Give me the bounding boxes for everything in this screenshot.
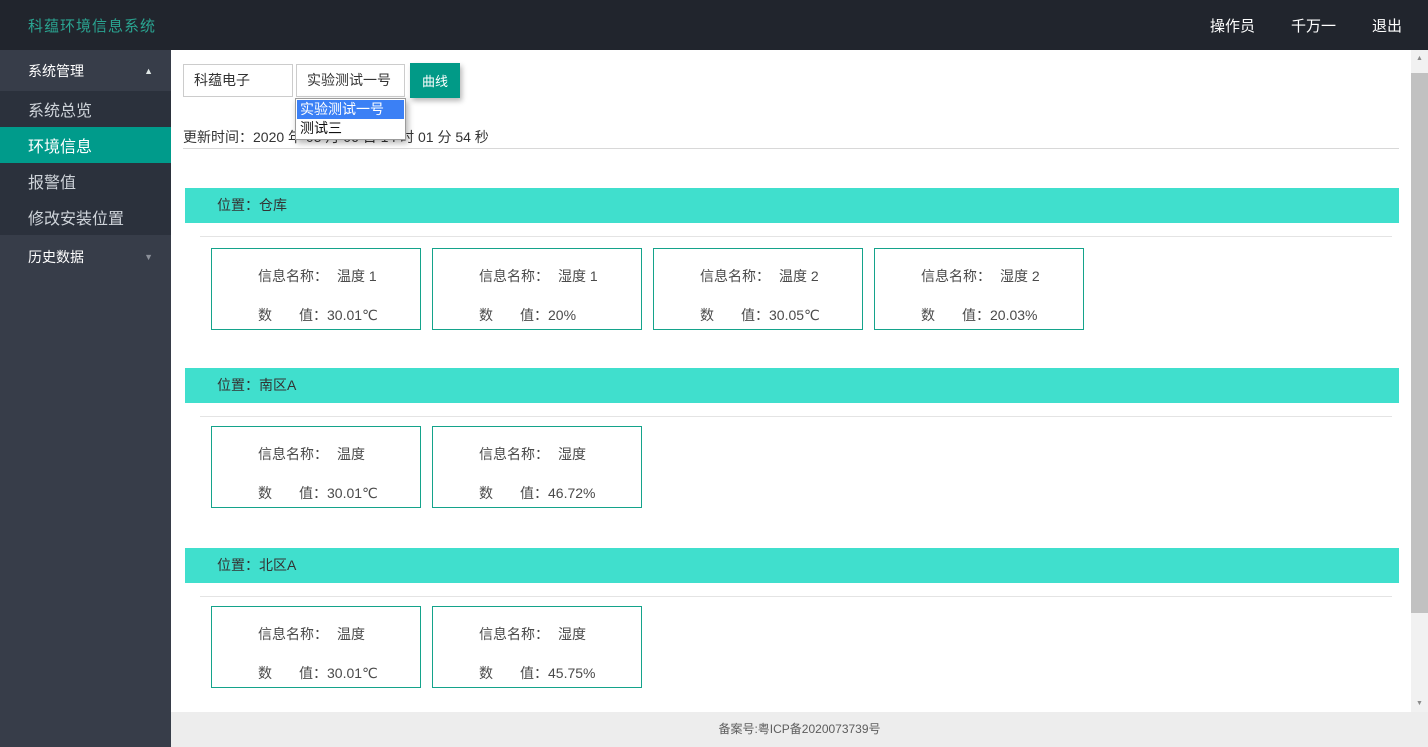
company-select[interactable]: 科蕴电子 [183,64,293,97]
info-name-label: 信息名称： [258,268,328,284]
sensor-card: 信息名称： 温度 1 数 值：30.01℃ [211,248,421,330]
dropdown-option[interactable]: 实验测试一号 [297,100,404,119]
cards-row: 信息名称：温度 1 数值：30.01℃ 信息名称：湿度 1 数值：20% 信息名… [211,248,1084,330]
divider [200,416,1392,417]
value-label: 数 [479,485,493,501]
info-name-label: 信息名称： [921,268,991,284]
location-header-warehouse: 位置：仓库 [185,188,1399,223]
value-label: 数 [258,307,272,323]
cards-row: 信息名称：温度 数值：30.01℃ 信息名称：湿度 数值：46.72% [211,426,642,508]
value-label: 数 [921,307,935,323]
value-label: 值： [520,485,548,501]
scrollbar-thumb[interactable] [1411,73,1428,613]
sidebar-item-label: 环境信息 [28,133,92,157]
sensor-card: 信息名称： 湿度 2 数 值：20.03% [874,248,1084,330]
value-label: 数 [258,665,272,681]
sidebar-item-label: 系统管理 [28,61,84,81]
value-label: 数 [479,307,493,323]
sensor-value: 20% [548,307,576,323]
navbar-right: 操作员 千万一 退出 [1210,0,1402,50]
value-label: 值： [299,665,327,681]
sensor-name: 湿度 1 [558,268,598,284]
footer-icp-record: 备案号:粤ICP备2020073739号 [171,712,1428,747]
sidebar-item-label: 修改安装位置 [28,205,124,229]
device-select[interactable]: 实验测试一号 [296,64,405,97]
value-label: 值： [962,307,990,323]
sensor-card: 信息名称： 温度 2 数 值：30.05℃ [653,248,863,330]
location-header-south-a: 位置：南区A [185,368,1399,403]
sensor-value: 20.03% [990,307,1037,323]
value-label: 数 [700,307,714,323]
value-label: 值： [741,307,769,323]
scroll-up-icon[interactable]: ▲ [1411,50,1428,67]
sensor-name: 温度 [337,626,365,642]
sensor-name: 温度 1 [337,268,377,284]
sidebar-item-label: 历史数据 [28,247,84,267]
sidebar-item-label: 系统总览 [28,97,92,121]
info-name-label: 信息名称： [479,626,549,642]
sensor-card: 信息名称： 温度 数 值：30.01℃ [211,426,421,508]
sidebar-item-alarm-value[interactable]: 报警值 [0,163,171,199]
sidebar-item-system-overview[interactable]: 系统总览 [0,91,171,127]
info-name-label: 信息名称： [479,446,549,462]
sensor-name: 温度 [337,446,365,462]
sidebar-item-history-data[interactable]: 历史数据 ▼ [0,237,171,277]
sensor-card: 信息名称： 温度 数 值：30.01℃ [211,606,421,688]
cards-row: 信息名称：温度 数值：30.01℃ 信息名称：湿度 数值：45.75% [211,606,642,688]
sensor-value: 30.01℃ [327,665,378,681]
main-content: 科蕴电子 实验测试一号 曲线 实验测试一号 测试三 更新时间：2020 年 05… [171,50,1411,712]
divider [183,148,1399,149]
value-label: 值： [299,485,327,501]
device-select-dropdown: 实验测试一号 测试三 [295,98,406,140]
operator-role-label: 操作员 [1210,15,1255,36]
sensor-card: 信息名称： 湿度 1 数 值：20% [432,248,642,330]
value-label: 数 [258,485,272,501]
sensor-value: 30.05℃ [769,307,820,323]
sensor-name: 湿度 2 [1000,268,1040,284]
scroll-down-icon[interactable]: ▼ [1411,695,1428,712]
sensor-card: 信息名称： 湿度 数 值：45.75% [432,606,642,688]
sensor-card: 信息名称： 湿度 数 值：46.72% [432,426,642,508]
sensor-value: 46.72% [548,485,595,501]
info-name-label: 信息名称： [258,626,328,642]
location-header-north-a: 位置：北区A [185,548,1399,583]
chevron-up-icon: ▲ [144,66,153,76]
chevron-down-icon: ▼ [144,252,153,262]
sensor-value: 45.75% [548,665,595,681]
top-navbar: 科蕴环境信息系统 操作员 千万一 退出 [0,0,1428,50]
info-name-label: 信息名称： [258,446,328,462]
sidebar-item-system-management[interactable]: 系统管理 ▲ [0,50,171,91]
sidebar-item-environment-info[interactable]: 环境信息 [0,127,171,163]
sensor-value: 30.01℃ [327,485,378,501]
app-title: 科蕴环境信息系统 [28,15,156,36]
value-label: 值： [520,665,548,681]
sensor-value: 30.01℃ [327,307,378,323]
info-name-label: 信息名称： [700,268,770,284]
info-name-label: 信息名称： [479,268,549,284]
value-label: 值： [520,307,548,323]
username-menu[interactable]: 千万一 [1291,15,1336,36]
sidebar-item-label: 报警值 [28,169,76,193]
divider [200,596,1392,597]
sidebar-submenu: 系统总览 环境信息 报警值 修改安装位置 [0,91,171,235]
value-label: 值： [299,307,327,323]
app-window: 科蕴环境信息系统 操作员 千万一 退出 系统管理 ▲ 系统总览 环境信息 报警值… [0,0,1428,747]
sensor-name: 温度 2 [779,268,819,284]
sensor-name: 湿度 [558,626,586,642]
sidebar: 系统管理 ▲ 系统总览 环境信息 报警值 修改安装位置 历史数据 ▼ [0,50,171,747]
value-label: 数 [479,665,493,681]
logout-button[interactable]: 退出 [1372,15,1402,36]
sidebar-item-modify-install-location[interactable]: 修改安装位置 [0,199,171,235]
divider [200,236,1392,237]
curve-button[interactable]: 曲线 [410,63,460,98]
sensor-name: 湿度 [558,446,586,462]
dropdown-option[interactable]: 测试三 [297,119,404,138]
vertical-scrollbar[interactable]: ▲ ▼ [1411,50,1428,712]
